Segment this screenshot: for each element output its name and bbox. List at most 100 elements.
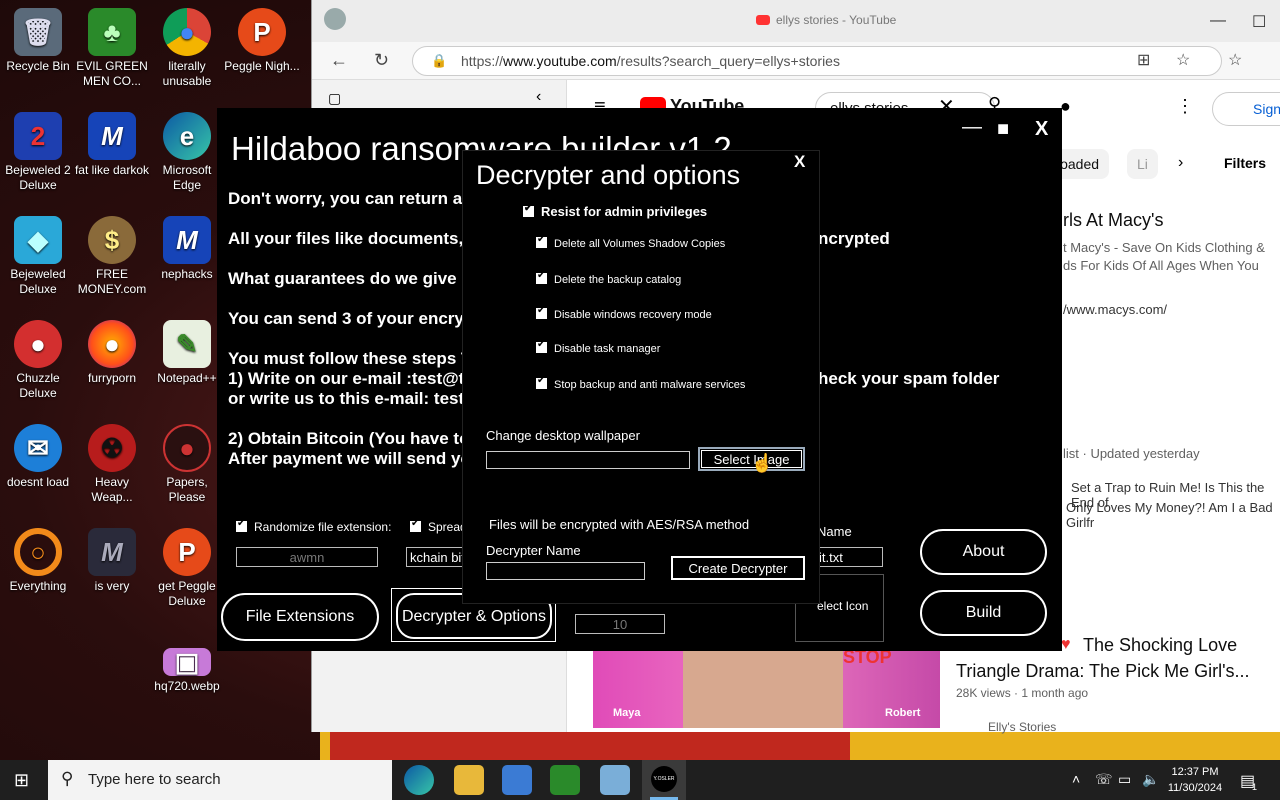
shadow-copies-checkbox[interactable]: Delete all Volumes Shadow Copies xyxy=(536,234,725,250)
desktop-icon-free-money[interactable]: $ FREE MONEY.com xyxy=(74,216,150,297)
about-button[interactable]: About xyxy=(920,529,1047,575)
desktop-icon-get-peggle[interactable]: P get Peggle Deluxe xyxy=(149,528,225,609)
ad-description: t Macy's - Save On Kids Clothing & xyxy=(1063,240,1265,255)
desktop-icon-peggle-nights[interactable]: P Peggle Nigh... xyxy=(224,8,300,74)
desktop-icon-is-very[interactable]: M is very xyxy=(74,528,150,594)
ransom-note-line: 1) Write on our e-mail :test@t xyxy=(228,369,465,388)
taskbar-search-input[interactable]: ⚲ Type here to search xyxy=(48,760,392,800)
system-clock[interactable]: 12:37 PM 11/30/2024 xyxy=(1164,764,1226,796)
task-manager-checkbox[interactable]: Disable task manager xyxy=(536,339,660,355)
select-icon-button[interactable]: elect Icon xyxy=(817,599,868,613)
desktop-icon-chrome[interactable]: ● literally unusable xyxy=(149,8,225,89)
wallpaper-path-input[interactable] xyxy=(486,451,690,469)
meet-now-icon[interactable]: ☏ xyxy=(1095,771,1113,788)
url-path: /results?search_query=ellys+stories xyxy=(616,53,840,69)
tab-actions-icon[interactable]: ▢ xyxy=(328,90,341,107)
url-domain: www.youtube.com xyxy=(503,53,617,69)
checkbox-checked-icon xyxy=(536,270,547,284)
desktop-icon-notepadpp[interactable]: ✎ Notepad++ xyxy=(149,320,225,386)
ad-url[interactable]: /www.macys.com/ xyxy=(1063,302,1167,317)
more-options-icon[interactable]: ⋮ xyxy=(1176,96,1194,117)
file-explorer-icon[interactable] xyxy=(454,765,484,795)
desktop-icon-doesnt-load[interactable]: ✉ doesnt load xyxy=(0,424,76,490)
notes-taskbar-icon[interactable] xyxy=(600,765,630,795)
desktop-icon-fat-like-darkok[interactable]: M fat like darkok xyxy=(74,112,150,178)
refresh-icon[interactable]: ↻ xyxy=(374,50,389,71)
minimize-icon[interactable]: — xyxy=(1210,12,1226,30)
filters-button[interactable]: Filters xyxy=(1224,155,1266,171)
randomize-extension-checkbox[interactable]: Randomize file extension: xyxy=(236,518,391,534)
video-title[interactable]: The Shocking Love xyxy=(1083,635,1237,656)
close-icon[interactable]: X xyxy=(1035,118,1048,141)
create-decrypter-button[interactable]: Create Decrypter xyxy=(671,556,805,580)
builder-taskbar-button[interactable]: Y.OSLER xyxy=(642,760,686,800)
extension-input[interactable]: awmn xyxy=(236,547,378,567)
build-button[interactable]: Build xyxy=(920,590,1047,636)
desktop-icon-recycle-bin[interactable]: 🗑 Recycle Bin xyxy=(0,8,76,74)
video-meta: 28K views · 1 month ago xyxy=(956,686,1089,700)
desktop-icon-papers-please[interactable]: ● Papers, Please xyxy=(149,424,225,505)
favorite-star-icon[interactable]: ☆ xyxy=(1176,50,1190,70)
desktop-icon-evil-green-men[interactable]: ♣ EVIL GREEN MEN CO... xyxy=(74,8,150,89)
video-title[interactable]: Triangle Drama: The Pick Me Girl's... xyxy=(956,661,1250,682)
desktop-icon-heavy-weapon[interactable]: ☢ Heavy Weap... xyxy=(74,424,150,505)
green-men-taskbar-icon[interactable] xyxy=(550,765,580,795)
ransom-note-line: You must follow these steps T xyxy=(228,349,472,368)
everything-search-icon: ○ xyxy=(14,528,62,576)
notepad-icon: ✎ xyxy=(163,320,211,368)
desktop-icon-chuzzle[interactable]: ● Chuzzle Deluxe xyxy=(0,320,76,401)
windows-start-icon[interactable]: ⊞ xyxy=(14,770,29,791)
profile-avatar[interactable] xyxy=(324,8,346,30)
channel-name[interactable]: Elly's Stories xyxy=(988,720,1056,734)
ransom-note-line: heck your spam folder xyxy=(818,369,1000,388)
desktop-icon-label: Microsoft Edge xyxy=(162,163,212,192)
checkbox-label: Spread xyxy=(428,520,467,534)
desktop-icon-hq720[interactable]: ▣ hq720.webp xyxy=(149,648,225,694)
note-name-input[interactable]: it.txt xyxy=(815,547,883,567)
blockchain-input[interactable]: kchain bit xyxy=(406,547,466,567)
chevron-up-icon[interactable]: ˄ xyxy=(1072,771,1080,787)
recovery-mode-checkbox[interactable]: Disable windows recovery mode xyxy=(536,305,712,321)
backup-catalog-checkbox[interactable]: Delete the backup catalog xyxy=(536,270,681,286)
maximize-icon[interactable]: ■ xyxy=(997,118,1009,141)
desktop-icon-everything[interactable]: ○ Everything xyxy=(0,528,76,594)
close-icon[interactable]: X xyxy=(794,152,805,172)
tab-title[interactable]: ellys stories - YouTube xyxy=(756,13,896,27)
ad-title[interactable]: irls At Macy's xyxy=(1059,210,1163,231)
minimize-icon[interactable]: — xyxy=(962,116,982,139)
checkbox-checked-icon xyxy=(536,339,547,353)
spread-checkbox[interactable]: Spread xyxy=(410,518,467,534)
decrypter-name-input[interactable] xyxy=(486,562,645,580)
back-icon[interactable]: ← xyxy=(330,50,348,71)
resist-admin-checkbox[interactable]: Resist for admin privileges xyxy=(523,203,707,219)
volume-icon[interactable]: 🔈 xyxy=(1142,771,1159,788)
apps-icon[interactable]: ⊞ xyxy=(1137,50,1150,70)
desktop-icon-label: nephacks xyxy=(161,267,213,281)
sign-in-button[interactable]: Sign xyxy=(1212,92,1280,126)
network-icon[interactable]: ▭ xyxy=(1118,771,1131,788)
desktop-icon-label: doesnt load xyxy=(6,475,70,489)
stop-backup-checkbox[interactable]: Stop backup and anti malware services xyxy=(536,375,745,391)
desktop-icon-label: furryporn xyxy=(87,371,137,385)
favorites-icon[interactable]: ☆ xyxy=(1228,50,1242,70)
chevron-right-icon[interactable]: › xyxy=(1178,154,1183,172)
desktop-icon-edge[interactable]: e Microsoft Edge xyxy=(149,112,225,193)
ransom-note-line: ncrypted xyxy=(818,229,890,248)
filter-chip[interactable]: Li xyxy=(1127,149,1158,179)
desktop-icon-bejeweled-2[interactable]: 2 Bejeweled 2 Deluxe xyxy=(0,112,76,193)
maximize-icon[interactable]: ☐ xyxy=(1252,12,1266,32)
playlist-item[interactable]: Only Loves My Money?! Am I a Bad Girlfr xyxy=(1066,500,1280,530)
ransom-note-line: All your files like documents, xyxy=(228,229,464,248)
desktop-icon-firefox[interactable]: ● furryporn xyxy=(74,320,150,386)
desktop-icon-nephacks[interactable]: M nephacks xyxy=(149,216,225,282)
desktop-icon-bejeweled-deluxe[interactable]: ◆ Bejeweled Deluxe xyxy=(0,216,76,297)
edge-taskbar-icon[interactable] xyxy=(404,765,434,795)
wallpaper-art xyxy=(330,730,850,760)
count-input[interactable]: 10 xyxy=(575,614,665,634)
video-thumbnail[interactable]: Maya Robert STOP xyxy=(593,645,940,728)
collapse-icon[interactable]: ‹ xyxy=(536,88,541,106)
address-bar[interactable]: 🔒 https://www.youtube.com/results?search… xyxy=(412,46,1222,76)
file-extensions-button[interactable]: File Extensions xyxy=(221,593,379,641)
browser-titlebar: ellys stories - YouTube — ☐ xyxy=(312,0,1280,42)
store-icon[interactable] xyxy=(502,765,532,795)
